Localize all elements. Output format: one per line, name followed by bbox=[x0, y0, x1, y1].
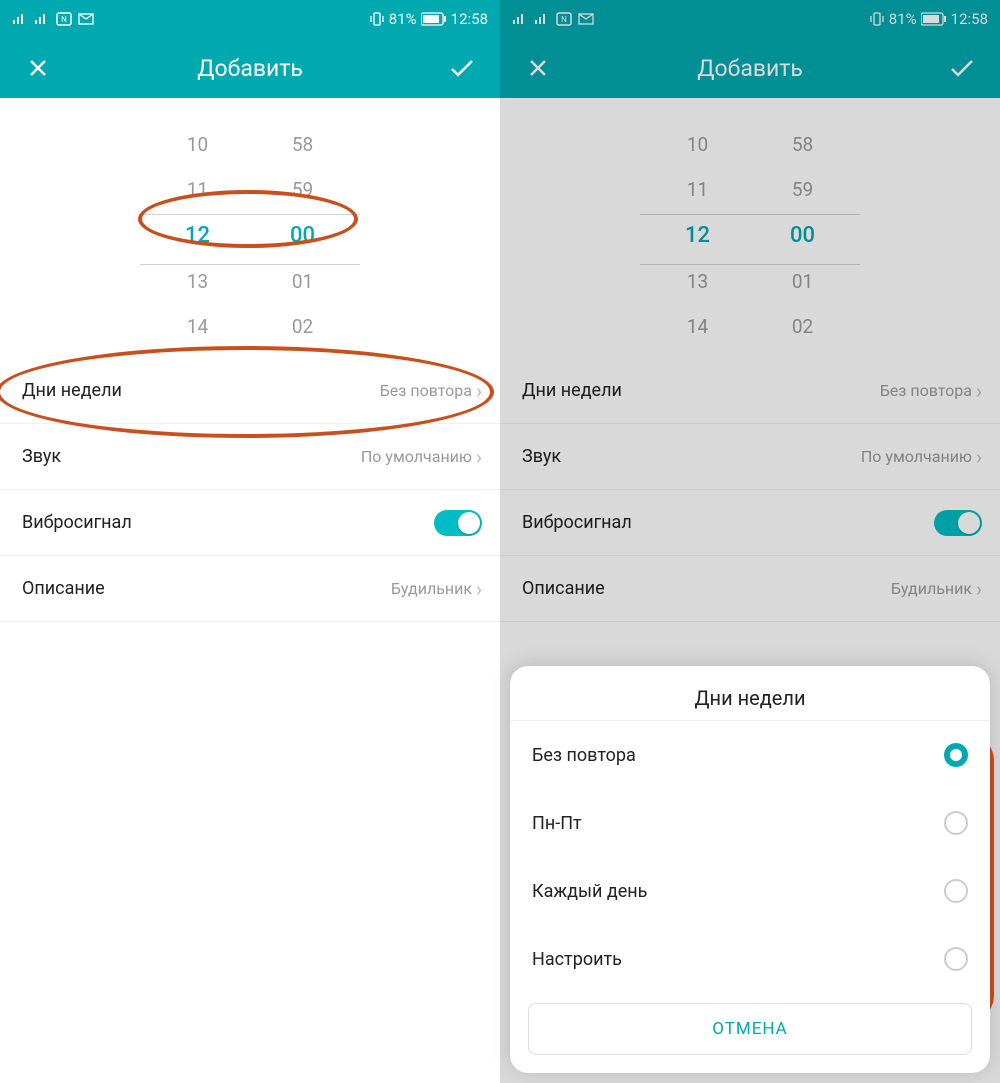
chevron-right-icon: › bbox=[476, 447, 482, 467]
nfc-icon: N bbox=[556, 11, 572, 27]
screen-right: N 81% 12:58 Добавить 1011 12 1314 5859 0… bbox=[500, 0, 1000, 1083]
status-time: 12:58 bbox=[451, 10, 488, 28]
battery-percent: 81% bbox=[889, 10, 917, 28]
row-description[interactable]: Описание Будильник› bbox=[0, 556, 500, 622]
row-repeat-label: Дни недели bbox=[22, 380, 122, 401]
vibrate-toggle[interactable] bbox=[434, 510, 482, 536]
mail-icon bbox=[78, 11, 94, 27]
row-vibrate-label: Вибросигнал bbox=[22, 512, 132, 533]
close-button[interactable] bbox=[24, 54, 52, 82]
row-sound: Звук По умолчанию› bbox=[500, 424, 1000, 490]
mail-icon bbox=[578, 11, 594, 27]
radio-selected[interactable] bbox=[944, 743, 968, 767]
row-vibrate[interactable]: Вибросигнал bbox=[0, 490, 500, 556]
sheet-option-everyday[interactable]: Каждый день bbox=[510, 857, 990, 925]
svg-text:N: N bbox=[61, 15, 67, 24]
sheet-option-custom[interactable]: Настроить bbox=[510, 925, 990, 993]
signal-icon bbox=[534, 11, 550, 27]
sheet-option-weekdays[interactable]: Пн-Пт bbox=[510, 789, 990, 857]
status-bar: N 81% 12:58 bbox=[0, 0, 500, 38]
repeat-bottom-sheet: Дни недели Без повтора Пн-Пт Каждый день… bbox=[510, 666, 990, 1073]
page-title: Добавить bbox=[197, 55, 303, 82]
status-bar: N 81% 12:58 bbox=[500, 0, 1000, 38]
battery-icon bbox=[421, 12, 447, 26]
confirm-button[interactable] bbox=[948, 54, 976, 82]
row-repeat[interactable]: Дни недели Без повтора› bbox=[0, 358, 500, 424]
status-time: 12:58 bbox=[951, 10, 988, 28]
sheet-title: Дни недели bbox=[510, 686, 990, 721]
time-picker: 1011 12 1314 5859 00 0102 bbox=[500, 98, 1000, 358]
app-bar: Добавить bbox=[500, 38, 1000, 98]
minute-column: 5859 00 0102 bbox=[790, 133, 815, 338]
radio-unselected[interactable] bbox=[944, 879, 968, 903]
row-sound-label: Звук bbox=[22, 446, 61, 467]
page-title: Добавить bbox=[697, 55, 803, 82]
row-description: Описание Будильник› bbox=[500, 556, 1000, 622]
minute-column[interactable]: 58 59 00 01 02 bbox=[290, 133, 315, 338]
confirm-button[interactable] bbox=[448, 54, 476, 82]
battery-percent: 81% bbox=[389, 10, 417, 28]
svg-text:N: N bbox=[561, 15, 567, 24]
row-description-label: Описание bbox=[22, 578, 105, 599]
signal-icon bbox=[34, 11, 50, 27]
nfc-icon: N bbox=[56, 11, 72, 27]
radio-unselected[interactable] bbox=[944, 947, 968, 971]
row-sound[interactable]: Звук По умолчанию› bbox=[0, 424, 500, 490]
chevron-right-icon: › bbox=[476, 579, 482, 599]
row-repeat: Дни недели Без повтора› bbox=[500, 358, 1000, 424]
battery-icon bbox=[921, 12, 947, 26]
close-button[interactable] bbox=[524, 54, 552, 82]
hour-column: 1011 12 1314 bbox=[685, 133, 710, 338]
signal-icon bbox=[512, 11, 528, 27]
hour-column[interactable]: 10 11 12 13 14 bbox=[185, 133, 210, 338]
chevron-right-icon: › bbox=[476, 381, 482, 401]
vibrate-icon bbox=[869, 11, 885, 27]
radio-unselected[interactable] bbox=[944, 811, 968, 835]
vibrate-toggle bbox=[934, 510, 982, 536]
sheet-cancel-button[interactable]: ОТМЕНА bbox=[528, 1003, 972, 1055]
vibrate-icon bbox=[369, 11, 385, 27]
app-bar: Добавить bbox=[0, 38, 500, 98]
signal-icon bbox=[12, 11, 28, 27]
time-picker[interactable]: 10 11 12 13 14 58 59 00 01 02 bbox=[0, 98, 500, 358]
row-vibrate: Вибросигнал bbox=[500, 490, 1000, 556]
sheet-option-no-repeat[interactable]: Без повтора bbox=[510, 721, 990, 789]
screen-left: N 81% 12:58 Добавить 10 11 12 13 14 58 bbox=[0, 0, 500, 1083]
